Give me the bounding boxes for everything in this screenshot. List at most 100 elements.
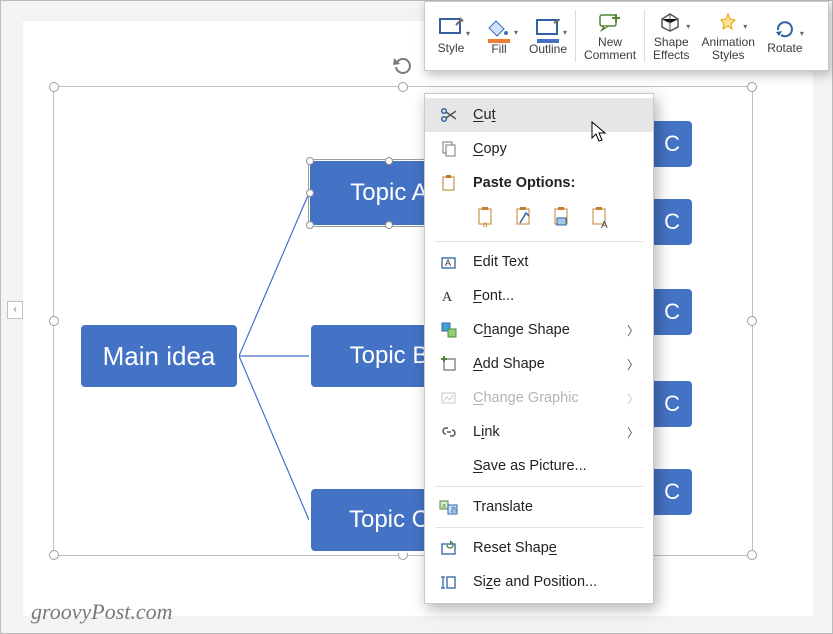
rotate-button[interactable]: ▾ Rotate	[761, 4, 809, 68]
chevron-down-icon: ▾	[514, 29, 518, 38]
chevron-down-icon: ▾	[466, 30, 470, 39]
paste-option-text-only[interactable]: A	[587, 204, 615, 232]
watermark: groovyPost.com	[31, 599, 173, 625]
translate-icon: aあ	[437, 498, 461, 516]
resize-handle[interactable]	[306, 221, 314, 229]
font-icon: A	[437, 287, 461, 305]
animation-styles-button[interactable]: ▾ Animation Styles	[696, 4, 761, 68]
chevron-right-icon: 〉	[627, 390, 639, 407]
menu-label: Paste Options:	[473, 175, 575, 191]
menu-item-link[interactable]: Link 〉	[425, 415, 653, 449]
menu-label: Add Shape	[473, 356, 545, 372]
chevron-down-icon: ▾	[686, 23, 690, 32]
new-comment-icon	[595, 10, 625, 34]
shape-effects-icon: ▾	[656, 10, 686, 34]
toolbar-label: Style	[438, 42, 465, 55]
resize-handle[interactable]	[306, 189, 314, 197]
menu-label: Font...	[473, 288, 514, 304]
shape-effects-button[interactable]: ▾ Shape Effects	[647, 4, 695, 68]
node-label: C	[664, 391, 680, 417]
resize-handle[interactable]	[398, 82, 408, 92]
chevron-right-icon: 〉	[627, 424, 639, 441]
paste-option-keep-source[interactable]: a	[473, 204, 501, 232]
node-label: C	[664, 299, 680, 325]
reset-shape-icon	[437, 539, 461, 557]
paste-options-row: a A	[425, 200, 653, 238]
node-label: Topic B	[350, 342, 429, 370]
svg-text:A: A	[445, 258, 451, 268]
rotate-icon: ▾	[770, 16, 800, 40]
toolbar-separator	[575, 10, 576, 62]
animation-styles-icon: ▾	[713, 10, 743, 34]
svg-text:あ: あ	[450, 506, 457, 514]
menu-label: Link	[473, 424, 500, 440]
toolbar-label: Outline	[529, 43, 567, 56]
resize-handle[interactable]	[385, 221, 393, 229]
svg-text:a: a	[442, 503, 446, 510]
resize-handle[interactable]	[49, 82, 59, 92]
menu-item-add-shape[interactable]: Add Shape 〉	[425, 347, 653, 381]
fill-button[interactable]: ▾ Fill	[475, 4, 523, 68]
menu-separator	[435, 527, 643, 528]
resize-handle[interactable]	[306, 157, 314, 165]
menu-item-paste-options: Paste Options:	[425, 166, 653, 200]
toolbar-label: Comment	[584, 49, 636, 62]
style-button[interactable]: ▾ Style	[427, 4, 475, 68]
node-label: C	[664, 131, 680, 157]
change-graphic-icon	[437, 389, 461, 407]
toolbar-label: Styles	[712, 49, 745, 62]
menu-item-font[interactable]: A Font...	[425, 279, 653, 313]
node-label: Topic A	[350, 179, 427, 207]
resize-handle[interactable]	[49, 550, 59, 560]
toolbar-label: Rotate	[767, 42, 802, 55]
link-icon	[437, 423, 461, 441]
node-main-idea[interactable]: Main idea	[79, 323, 239, 389]
new-comment-button[interactable]: New Comment	[578, 4, 642, 68]
svg-text:A: A	[601, 220, 608, 229]
fill-icon: ▾	[484, 16, 514, 40]
document-canvas: Main idea Topic A Topic B Topic C C C C …	[23, 21, 813, 616]
paste-option-use-destination[interactable]	[511, 204, 539, 232]
menu-label: Copy	[473, 141, 507, 157]
node-label: C	[664, 209, 680, 235]
menu-item-change-graphic: Change Graphic 〉	[425, 381, 653, 415]
menu-label: Reset Shape	[473, 540, 557, 556]
menu-item-copy[interactable]: Copy	[425, 132, 653, 166]
node-label: Topic C	[349, 506, 429, 534]
scissors-icon	[437, 106, 461, 124]
menu-label: Change Graphic	[473, 390, 579, 406]
toolbar-separator	[644, 10, 645, 62]
node-label: Main idea	[103, 341, 216, 372]
context-menu: Cut Copy Paste Options: a A A Edit Text …	[424, 93, 654, 604]
chevron-down-icon: ▾	[800, 30, 804, 39]
menu-separator	[435, 241, 643, 242]
chevron-right-icon: 〉	[627, 356, 639, 373]
outline-button[interactable]: ▾ Outline	[523, 4, 573, 68]
resize-handle[interactable]	[385, 157, 393, 165]
resize-handle[interactable]	[747, 316, 757, 326]
menu-item-change-shape[interactable]: Change Shape 〉	[425, 313, 653, 347]
node-label: C	[664, 479, 680, 505]
toolbar-label: Fill	[491, 43, 506, 56]
menu-item-cut[interactable]: Cut	[425, 98, 653, 132]
menu-label: Edit Text	[473, 254, 528, 270]
menu-item-size-and-position[interactable]: Size and Position...	[425, 565, 653, 599]
resize-handle[interactable]	[49, 316, 59, 326]
add-shape-icon	[437, 355, 461, 373]
menu-label: Translate	[473, 499, 533, 515]
outline-icon: ▾	[533, 16, 563, 40]
toolbar-label: Effects	[653, 49, 689, 62]
resize-handle[interactable]	[747, 550, 757, 560]
style-icon: ▾	[436, 16, 466, 40]
paste-option-picture[interactable]	[549, 204, 577, 232]
menu-item-edit-text[interactable]: A Edit Text	[425, 245, 653, 279]
edit-text-icon: A	[437, 253, 461, 271]
copy-icon	[437, 140, 461, 158]
rotate-handle-icon[interactable]	[391, 54, 415, 78]
menu-label: Change Shape	[473, 322, 570, 338]
menu-item-save-as-picture[interactable]: Save as Picture...	[425, 449, 653, 483]
mini-toolbar: ▾ Style ▾ Fill ▾ Outline New Comment ▾ S…	[424, 1, 829, 71]
menu-item-translate[interactable]: aあ Translate	[425, 490, 653, 524]
resize-handle[interactable]	[747, 82, 757, 92]
menu-item-reset-shape[interactable]: Reset Shape	[425, 531, 653, 565]
